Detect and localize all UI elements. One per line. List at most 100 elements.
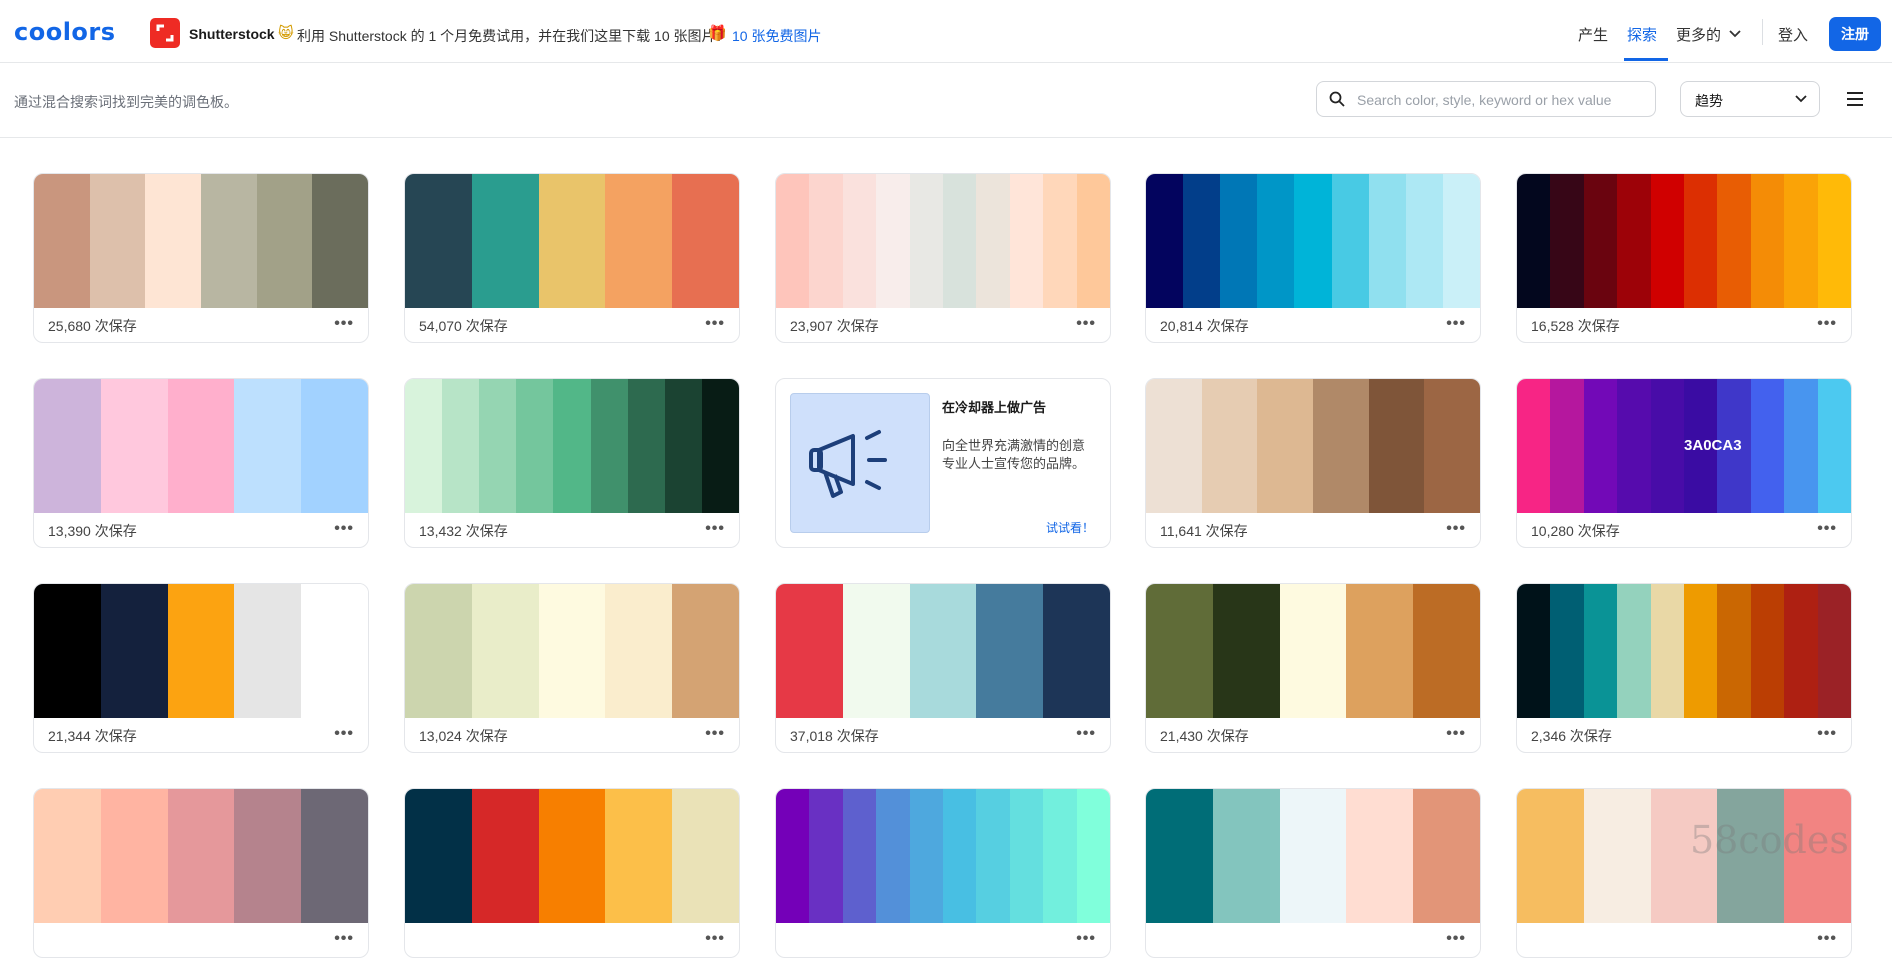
color-swatch[interactable] <box>1279 789 1347 923</box>
color-swatch[interactable] <box>1650 379 1685 513</box>
color-swatch[interactable] <box>1583 174 1618 308</box>
color-swatch[interactable] <box>100 379 168 513</box>
color-swatch[interactable] <box>1146 174 1184 308</box>
color-swatch[interactable] <box>842 584 910 718</box>
color-swatch[interactable] <box>1517 174 1551 308</box>
palette-card[interactable]: 21,430 次保存 ••• <box>1145 583 1481 753</box>
palette-swatches[interactable] <box>405 584 739 718</box>
color-swatch[interactable] <box>1212 584 1280 718</box>
color-swatch[interactable] <box>167 379 235 513</box>
palette-swatches[interactable] <box>405 174 739 308</box>
color-swatch[interactable] <box>1550 379 1584 513</box>
search-input[interactable] <box>1355 88 1649 112</box>
color-swatch[interactable] <box>1331 174 1369 308</box>
color-swatch[interactable] <box>471 789 539 923</box>
color-swatch[interactable] <box>34 584 101 718</box>
color-swatch[interactable] <box>1517 584 1551 718</box>
color-swatch[interactable] <box>1650 584 1685 718</box>
more-options-icon[interactable]: ••• <box>1446 725 1466 743</box>
color-swatch[interactable] <box>405 584 472 718</box>
color-swatch[interactable] <box>1146 584 1213 718</box>
color-swatch[interactable] <box>1368 379 1425 513</box>
color-swatch[interactable] <box>301 789 368 923</box>
sort-select[interactable]: 趋势 <box>1680 81 1820 117</box>
color-swatch[interactable] <box>1220 174 1258 308</box>
palette-card[interactable]: 25,680 次保存 ••• <box>33 173 369 343</box>
color-swatch[interactable] <box>1617 174 1651 308</box>
palette-swatches[interactable] <box>776 174 1110 308</box>
palette-swatches[interactable] <box>1517 174 1851 308</box>
more-options-icon[interactable]: ••• <box>1817 315 1837 333</box>
color-swatch[interactable] <box>405 174 472 308</box>
nav-generate[interactable]: 产生 <box>1578 24 1608 45</box>
color-swatch[interactable] <box>876 174 910 308</box>
palette-card[interactable]: 16,528 次保存 ••• <box>1516 173 1852 343</box>
color-swatch[interactable] <box>1550 174 1584 308</box>
color-swatch[interactable] <box>976 174 1010 308</box>
color-swatch[interactable] <box>1550 584 1584 718</box>
palette-swatches[interactable]: 3A0CA3 <box>1517 379 1851 513</box>
palette-swatches[interactable] <box>776 789 1110 923</box>
palette-swatches[interactable] <box>34 174 368 308</box>
color-swatch[interactable] <box>1684 174 1718 308</box>
color-swatch[interactable] <box>1146 789 1213 923</box>
palette-swatches[interactable] <box>776 584 1110 718</box>
color-swatch[interactable] <box>943 789 977 923</box>
ad-cta-link[interactable]: 试试看！ <box>1046 519 1094 536</box>
color-swatch[interactable] <box>1442 174 1480 308</box>
color-swatch[interactable] <box>1212 789 1280 923</box>
color-swatch[interactable] <box>1043 584 1110 718</box>
palette-card[interactable]: 13,390 次保存 ••• <box>33 378 369 548</box>
color-swatch[interactable] <box>538 174 606 308</box>
more-options-icon[interactable]: ••• <box>1446 520 1466 538</box>
login-link[interactable]: 登入 <box>1778 24 1808 45</box>
color-swatch[interactable] <box>1583 584 1618 718</box>
color-swatch[interactable] <box>1413 584 1480 718</box>
more-options-icon[interactable]: ••• <box>1446 315 1466 333</box>
palette-card[interactable]: 11,641 次保存 ••• <box>1145 378 1481 548</box>
color-swatch[interactable] <box>876 789 910 923</box>
palette-swatches[interactable] <box>1146 379 1480 513</box>
color-swatch[interactable]: 3A0CA3 <box>1684 379 1742 513</box>
color-swatch[interactable] <box>1009 789 1044 923</box>
palette-card[interactable]: ••• <box>404 788 740 958</box>
color-swatch[interactable] <box>605 584 673 718</box>
promo-partner-name[interactable]: Shutterstock <box>189 26 275 42</box>
color-swatch[interactable] <box>776 174 810 308</box>
color-swatch[interactable] <box>471 174 539 308</box>
color-swatch[interactable] <box>1257 379 1314 513</box>
color-swatch[interactable] <box>1817 174 1851 308</box>
color-swatch[interactable] <box>842 174 877 308</box>
color-swatch[interactable] <box>1405 174 1443 308</box>
palette-swatches[interactable] <box>405 789 739 923</box>
palette-swatches[interactable] <box>405 379 739 513</box>
color-swatch[interactable] <box>1009 174 1044 308</box>
palette-card[interactable]: 37,018 次保存 ••• <box>775 583 1111 753</box>
chevron-down-icon[interactable] <box>1729 30 1741 38</box>
color-swatch[interactable] <box>1750 174 1785 308</box>
color-swatch[interactable] <box>776 584 843 718</box>
color-swatch[interactable] <box>1201 379 1258 513</box>
color-swatch[interactable] <box>976 789 1010 923</box>
color-swatch[interactable] <box>1784 379 1818 513</box>
color-swatch[interactable] <box>405 379 443 513</box>
color-swatch[interactable] <box>538 789 606 923</box>
color-swatch[interactable] <box>1784 584 1818 718</box>
color-swatch[interactable] <box>167 789 235 923</box>
more-options-icon[interactable]: ••• <box>334 520 354 538</box>
ad-image[interactable] <box>790 393 930 533</box>
color-swatch[interactable] <box>842 789 877 923</box>
color-swatch[interactable] <box>1517 379 1551 513</box>
color-swatch[interactable] <box>1368 174 1406 308</box>
nav-explore[interactable]: 探索 <box>1627 24 1657 45</box>
color-swatch[interactable] <box>405 789 472 923</box>
color-swatch[interactable] <box>1583 789 1651 923</box>
palette-card[interactable]: ••• <box>1145 788 1481 958</box>
color-swatch[interactable] <box>234 379 302 513</box>
color-swatch[interactable] <box>809 789 843 923</box>
color-swatch[interactable] <box>776 789 810 923</box>
color-swatch[interactable] <box>442 379 480 513</box>
shutterstock-logo-icon[interactable] <box>150 18 180 48</box>
color-swatch[interactable] <box>809 174 843 308</box>
color-swatch[interactable] <box>1817 379 1851 513</box>
